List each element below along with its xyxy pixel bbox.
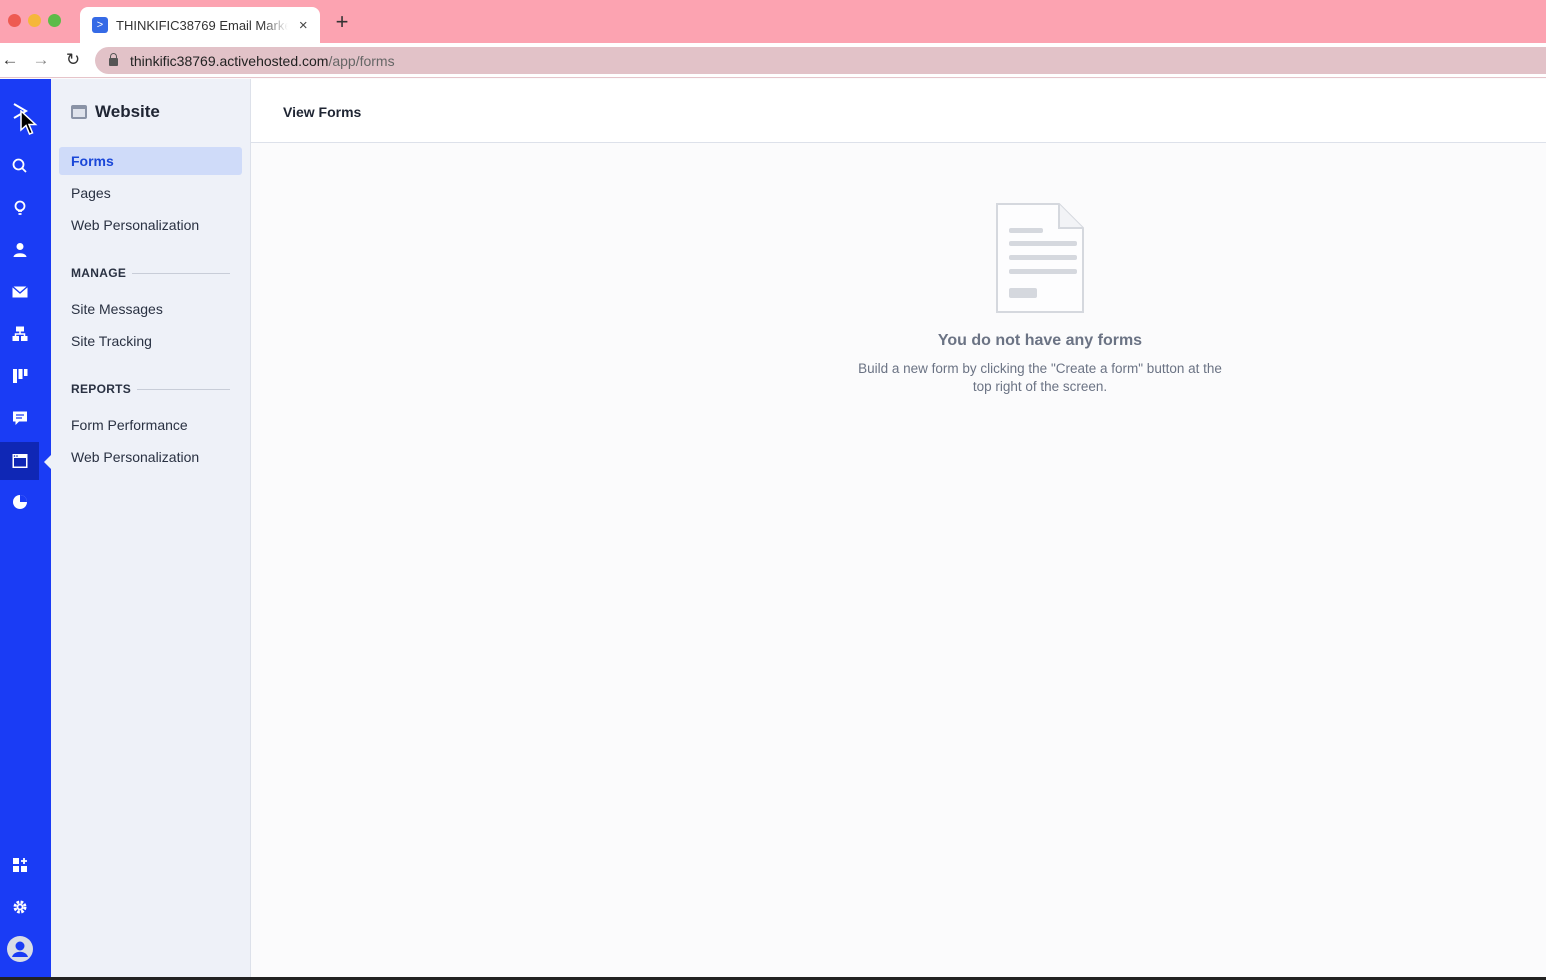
section-divider <box>132 272 230 274</box>
settings-icon[interactable] <box>0 888 39 926</box>
document-icon <box>996 203 1084 313</box>
tab-title: THINKIFIC38769 Email Marketing <box>116 17 289 33</box>
manage-section-header: MANAGE <box>71 266 230 280</box>
section-divider <box>137 388 230 390</box>
empty-state: You do not have any forms Build a new fo… <box>840 200 1240 396</box>
section-label: MANAGE <box>71 266 127 280</box>
website-icon[interactable] <box>0 442 39 480</box>
mouse-cursor-icon <box>20 110 38 135</box>
deals-icon[interactable] <box>0 357 39 395</box>
forward-button[interactable]: → <box>31 50 51 70</box>
subnav-item-site-messages[interactable]: Site Messages <box>59 295 242 323</box>
browser-tab-bar: > THINKIFIC38769 Email Marketing × + <box>0 0 1546 43</box>
subnav-item-web-personalization[interactable]: Web Personalization <box>59 211 242 239</box>
subnav-item-form-performance[interactable]: Form Performance <box>59 411 242 439</box>
website-subnav: Website Forms Pages Web Personalization … <box>51 79 251 977</box>
url-host: thinkific38769.activehosted.com <box>130 52 329 69</box>
empty-state-description: Build a new form by clicking the "Create… <box>858 361 1222 394</box>
reports-section-header: REPORTS <box>71 382 230 396</box>
subnav-header: Website <box>71 102 160 122</box>
subnav-item-web-personalization-report[interactable]: Web Personalization <box>59 443 242 471</box>
lightbulb-icon[interactable] <box>0 189 39 227</box>
lock-icon <box>109 53 118 66</box>
tab-close-icon[interactable]: × <box>296 17 310 34</box>
favicon-icon: > <box>92 17 108 33</box>
subnav-title: Website <box>95 102 160 121</box>
email-icon[interactable] <box>0 273 39 311</box>
close-window-button[interactable] <box>8 14 21 27</box>
main-header: View Forms <box>251 79 1546 143</box>
search-icon[interactable] <box>0 147 39 185</box>
contacts-icon[interactable] <box>0 231 39 269</box>
page-title: View Forms <box>283 104 362 120</box>
active-indicator <box>44 455 51 469</box>
url-field[interactable]: thinkific38769.activehosted.com/app/form… <box>95 47 1546 74</box>
subnav-item-pages[interactable]: Pages <box>59 179 242 207</box>
section-label: REPORTS <box>71 382 132 396</box>
apps-icon[interactable] <box>0 846 39 884</box>
back-button[interactable]: ← <box>0 50 20 70</box>
website-icon <box>71 105 87 119</box>
minimize-window-button[interactable] <box>28 14 41 27</box>
account-icon[interactable] <box>0 930 39 968</box>
maximize-window-button[interactable] <box>48 14 61 27</box>
reports-icon[interactable] <box>0 483 39 521</box>
automations-icon[interactable] <box>0 315 39 353</box>
address-bar: ← → ↻ thinkific38769.activehosted.com/ap… <box>0 43 1546 78</box>
reload-button[interactable]: ↻ <box>63 50 83 70</box>
new-tab-button[interactable]: + <box>332 11 352 33</box>
url-path: /app/forms <box>328 52 395 69</box>
primary-nav-rail <box>0 79 51 977</box>
browser-tab[interactable]: > THINKIFIC38769 Email Marketing × <box>80 7 320 43</box>
subnav-item-site-tracking[interactable]: Site Tracking <box>59 327 242 355</box>
empty-state-title: You do not have any forms <box>937 332 1143 349</box>
subnav-item-forms[interactable]: Forms <box>59 147 242 175</box>
conversations-icon[interactable] <box>0 399 39 437</box>
